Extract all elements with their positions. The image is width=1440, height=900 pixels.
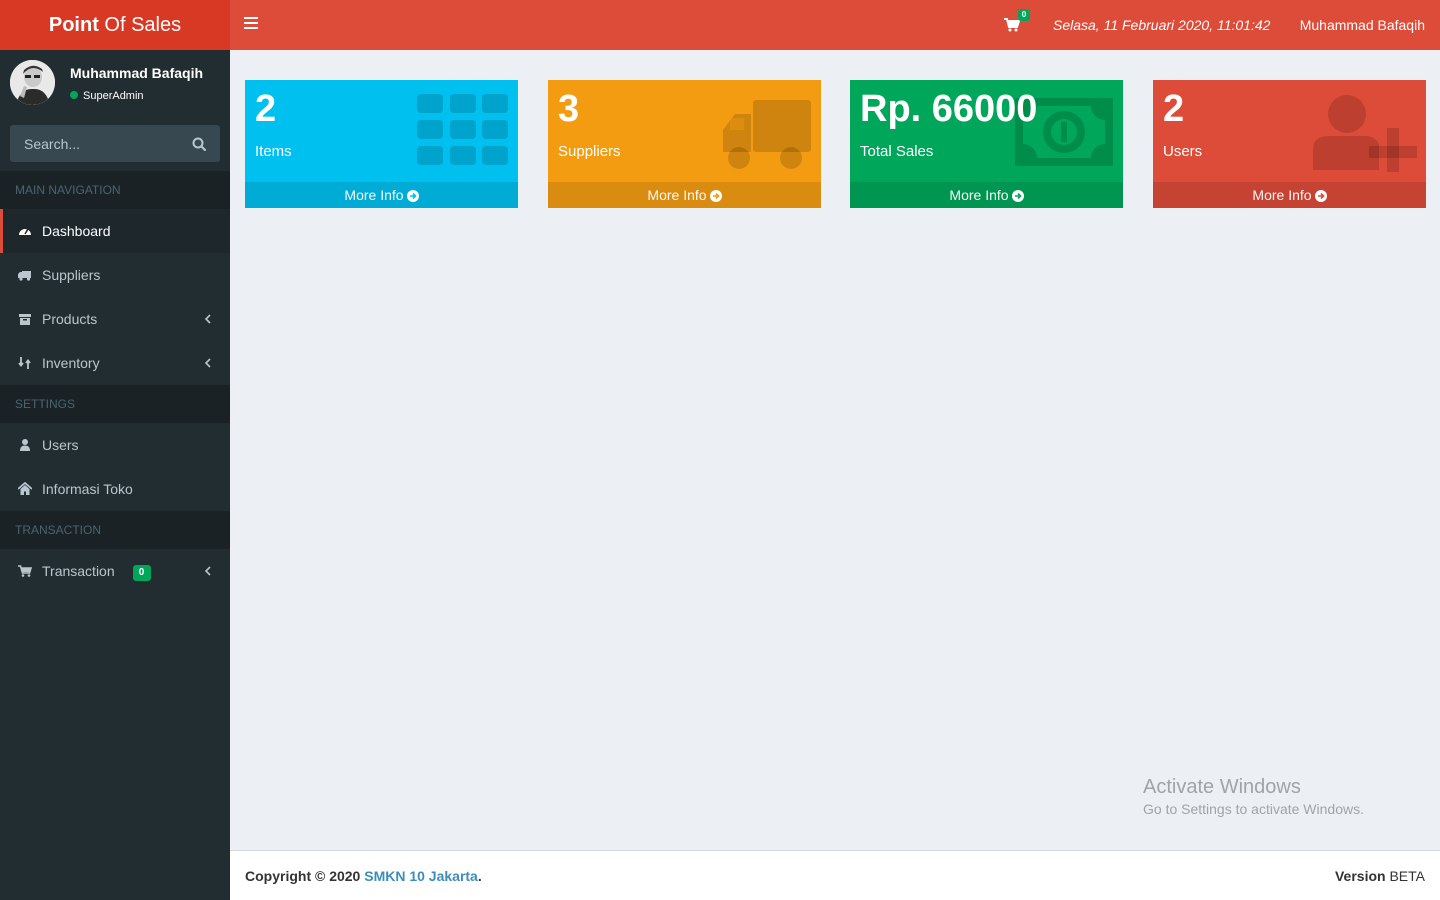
chevron-left-icon [205,566,211,576]
sidebar-toggle-icon[interactable] [244,17,258,33]
watermark-title: Activate Windows [1143,776,1301,798]
version-label: Version [1334,868,1386,884]
sidebar-user-name: Muhammad Bafaqih [70,65,204,81]
sidebar-item-label: Inventory [42,355,100,371]
version-value: BETA [1389,868,1425,884]
inventory-icon [18,357,31,369]
search-input[interactable] [10,125,180,162]
logo-rest: Of Sales [104,14,182,36]
sidebar-item-users[interactable]: Users [0,423,230,467]
sidebar-item-label: Users [42,437,79,453]
sidebar: Muhammad Bafaqih SuperAdmin MAIN NAVIGAT… [0,50,230,900]
user-plus-icon [1313,95,1417,172]
app-logo[interactable]: Point Of Sales [0,0,230,50]
user-panel: Muhammad Bafaqih SuperAdmin [0,50,230,120]
windows-activation-watermark: Activate Windows Go to Settings to activ… [1143,776,1364,817]
current-datetime: Selasa, 11 Februari 2020, 11:01:42 [1053,17,1271,33]
copyright-suffix: . [477,868,482,884]
version-info: Version BETA [1335,868,1425,884]
user-icon [20,439,30,451]
stat-value: 2 [1163,88,1185,130]
logo-bold: Point [48,14,99,36]
stat-value: Rp. 66000 [860,88,1038,130]
sidebar-item-label: Products [42,311,98,327]
truck-icon [18,271,31,281]
sidebar-item-label: Transaction [42,563,115,579]
sidebar-item-label: Dashboard [42,223,111,239]
menu-header-main: MAIN NAVIGATION [0,171,230,209]
users-more-info-link[interactable]: More Info [1153,182,1426,208]
suppliers-more-info-link[interactable]: More Info [548,182,821,208]
top-navbar: 0 Selasa, 11 Februari 2020, 11:01:42 Muh… [230,0,1440,50]
sidebar-menu: MAIN NAVIGATION Dashboard Suppliers Prod… [0,171,230,593]
sidebar-item-inventory[interactable]: Inventory [0,341,230,385]
arrow-circle-right-icon [1314,190,1327,202]
grid-icon [417,94,508,165]
more-info-label: More Info [344,187,404,203]
transaction-count-badge: 0 [132,565,151,581]
stat-label: Users [1163,143,1203,160]
arrow-circle-right-icon [709,190,722,202]
more-info-label: More Info [647,187,707,203]
stat-value: 3 [558,88,580,130]
user-status: SuperAdmin [70,90,144,102]
cart-count-badge: 0 [1018,9,1030,21]
sidebar-item-products[interactable]: Products [0,297,230,341]
home-icon [18,482,32,495]
copyright: Copyright © 2020 SMKN 10 Jakarta. [245,868,482,884]
stat-label: Items [255,143,292,160]
sidebar-item-label: Informasi Toko [42,481,133,497]
stat-value: 2 [255,88,277,130]
chevron-left-icon [205,358,211,368]
items-more-info-link[interactable]: More Info [245,182,518,208]
menu-header-settings: SETTINGS [0,385,230,423]
sidebar-item-suppliers[interactable]: Suppliers [0,253,230,297]
user-role-label: SuperAdmin [83,90,144,102]
sidebar-item-dashboard[interactable]: Dashboard [0,209,230,253]
more-info-label: More Info [949,187,1009,203]
suppliers-stat-box: 3 Suppliers More Info [548,80,821,208]
search-icon[interactable] [192,137,206,151]
sidebar-search [10,125,220,162]
cart-icon [18,565,32,577]
more-info-label: More Info [1252,187,1312,203]
sales-more-info-link[interactable]: More Info [850,182,1123,208]
items-stat-box: 2 Items More Info [245,80,518,208]
sales-stat-box: Rp. 66000 Total Sales More Info [850,80,1123,208]
cart-icon[interactable] [1004,18,1020,32]
copyright-link[interactable]: SMKN 10 Jakarta [364,868,478,884]
stat-label: Suppliers [558,143,621,160]
chevron-left-icon [205,314,211,324]
arrow-circle-right-icon [1011,190,1024,202]
sidebar-item-transaction[interactable]: Transaction 0 [0,549,230,593]
page-footer: Copyright © 2020 SMKN 10 Jakarta. Versio… [230,850,1440,900]
arrow-circle-right-icon [406,190,419,202]
archive-icon [19,314,31,325]
sidebar-item-label: Suppliers [42,267,101,283]
watermark-subtitle: Go to Settings to activate Windows. [1143,801,1364,817]
menu-header-transaction: TRANSACTION [0,511,230,549]
stat-label: Total Sales [860,143,934,160]
sidebar-item-informasi-toko[interactable]: Informasi Toko [0,467,230,511]
truck-icon [723,100,811,169]
online-status-icon [70,91,78,99]
users-stat-box: 2 Users More Info [1153,80,1426,208]
navbar-user-menu[interactable]: Muhammad Bafaqih [1300,17,1425,33]
copyright-prefix: Copyright © 2020 [245,868,361,884]
dashboard-icon [19,228,31,235]
avatar [10,60,55,105]
